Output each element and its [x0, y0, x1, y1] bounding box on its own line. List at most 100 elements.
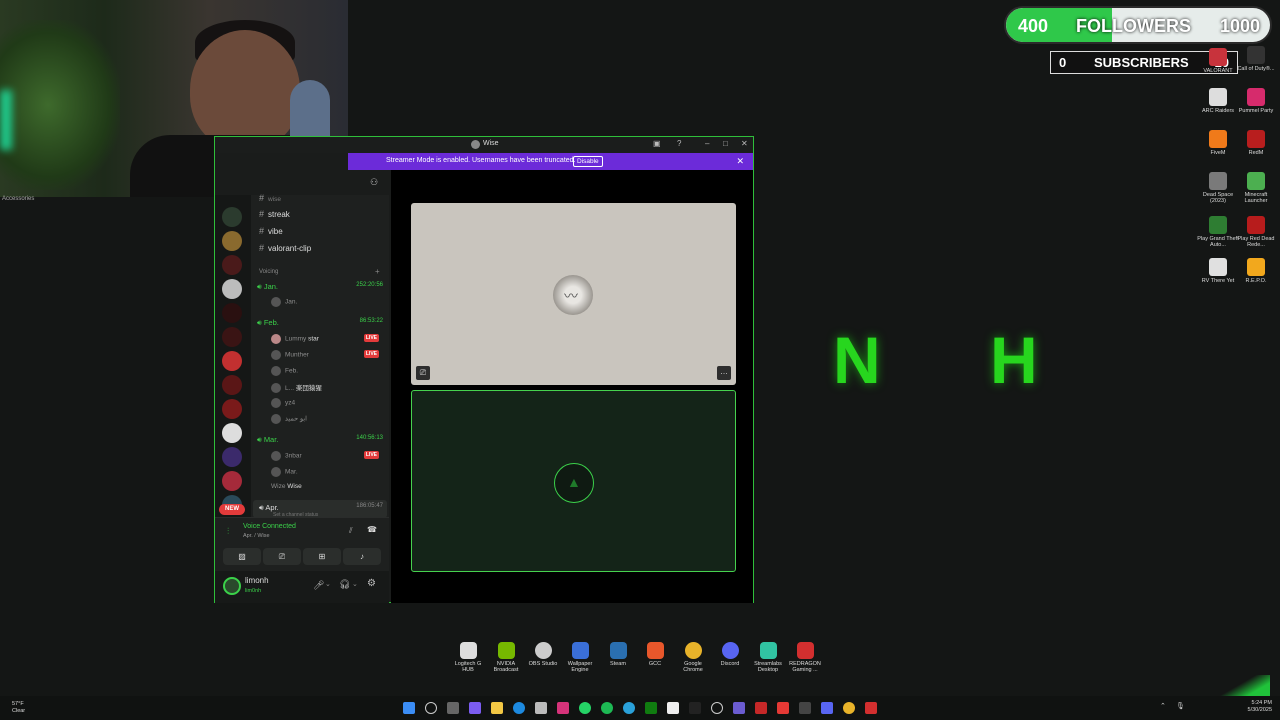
taskbar-clock[interactable]: 5:24 PM 5/30/2025	[1248, 700, 1272, 714]
server-icon-2[interactable]	[222, 231, 242, 251]
dock-logitech-ghub[interactable]: Logitech G HUB	[449, 642, 487, 674]
channel-valorant-clip[interactable]: # valorant-clip	[259, 243, 311, 253]
server-icon-8[interactable]	[222, 375, 242, 395]
settings-gear-icon[interactable]: ⚙	[367, 578, 376, 589]
dock-obs-studio[interactable]: OBS Studio	[524, 642, 562, 667]
x-app-icon[interactable]	[667, 702, 679, 714]
store-icon[interactable]	[535, 702, 547, 714]
copilot-icon[interactable]	[469, 702, 481, 714]
minimize-button[interactable]: –	[705, 139, 709, 148]
mic-chevron-down-icon[interactable]: ⌄	[325, 580, 331, 588]
microphone-icon[interactable]: 🎤︎	[313, 580, 324, 591]
inbox-icon[interactable]: ▣	[653, 139, 661, 148]
signal-icon[interactable]: ⫶	[227, 526, 229, 537]
xbox-icon[interactable]	[645, 702, 657, 714]
close-banner-icon[interactable]: ✕	[736, 156, 744, 167]
voice-user[interactable]: Mar.	[271, 467, 383, 477]
server-icon-wise[interactable]	[222, 279, 242, 299]
spotify-icon[interactable]	[601, 702, 613, 714]
voice-user[interactable]: Lummy star LIVE	[271, 334, 383, 344]
voice-channel-jan[interactable]: 🔊︎ Jan. 252:20:56	[257, 282, 385, 292]
noise-suppression-icon[interactable]: ⫽	[349, 526, 353, 536]
voice-user[interactable]: 3nbar LIVE	[271, 451, 383, 461]
headphones-chevron-down-icon[interactable]: ⌄	[352, 580, 358, 588]
soundboard-button[interactable]: ♪	[343, 548, 381, 565]
voice-user[interactable]: yz4	[271, 398, 383, 408]
voice-user[interactable]: Feb.	[271, 366, 383, 376]
help-icon[interactable]: ?	[677, 139, 681, 148]
desktop-icon-redm[interactable]: RedM	[1234, 130, 1278, 156]
screen-share-button[interactable]: ⎚	[263, 548, 301, 565]
media-player-icon[interactable]	[755, 702, 767, 714]
channel-streak[interactable]: # streak	[259, 209, 290, 219]
telegram-icon[interactable]	[623, 702, 635, 714]
dock-google-chrome[interactable]: Google Chrome	[674, 642, 712, 674]
screen-share-indicator-icon[interactable]: ⎚	[416, 366, 430, 380]
activities-button[interactable]: ⊞	[303, 548, 341, 565]
close-window-button[interactable]: ✕	[741, 139, 748, 148]
chevron-up-icon[interactable]: ⌃	[1160, 702, 1166, 710]
voice-connected-title[interactable]: Voice Connected	[243, 523, 296, 530]
voice-channel-feb[interactable]: 🔊︎ Feb. 86:53:22	[257, 318, 385, 328]
redragon-taskbar-icon[interactable]	[865, 702, 877, 714]
dock-discord[interactable]: Discord	[711, 642, 749, 667]
tiktok-icon[interactable]	[689, 702, 701, 714]
add-channel-icon[interactable]: +	[375, 267, 380, 276]
user-avatar[interactable]	[223, 577, 241, 595]
whatsapp-icon[interactable]	[579, 702, 591, 714]
voice-user[interactable]: Jan.	[271, 297, 383, 307]
server-icon-3[interactable]	[222, 255, 242, 275]
dock-streamlabs[interactable]: Streamlabs Desktop	[749, 642, 787, 674]
server-icon-6[interactable]	[222, 327, 242, 347]
discord-taskbar-icon[interactable]	[821, 702, 833, 714]
username[interactable]: limonh	[245, 576, 269, 585]
voice-channel-apr[interactable]: 🔊︎ Apr. 186:05:47 Set a channel status	[253, 500, 387, 518]
dock-nvidia-broadcast[interactable]: NVIDIA Broadcast	[487, 642, 525, 674]
server-icon-5[interactable]	[222, 303, 242, 323]
controller-icon[interactable]	[733, 702, 745, 714]
terminal-icon[interactable]	[799, 702, 811, 714]
desktop-icon-rdr[interactable]: Play Red Dead Rede...	[1234, 216, 1278, 249]
app-icon-red[interactable]	[777, 702, 789, 714]
headphones-icon[interactable]: 🎧︎	[339, 579, 350, 590]
desktop-icon-call-of-duty[interactable]: Call of Duty®...	[1234, 46, 1278, 72]
mic-tray-icon[interactable]: 🎙︎	[1176, 702, 1185, 710]
dock-redragon[interactable]: REDRAGON Gaming ...	[786, 642, 824, 674]
server-icon-12[interactable]	[222, 471, 242, 491]
file-explorer-icon[interactable]	[491, 702, 503, 714]
desktop-icon-minecraft[interactable]: Minecraft Launcher	[1234, 172, 1278, 205]
desktop-icon-repo[interactable]: R.E.P.O.	[1234, 258, 1278, 284]
channel-wise[interactable]: # wise	[259, 193, 281, 203]
new-servers-badge[interactable]: NEW	[219, 504, 245, 515]
dock-steam[interactable]: Steam	[599, 642, 637, 667]
sync-icon[interactable]	[711, 702, 723, 714]
task-view-icon[interactable]	[447, 702, 459, 714]
voice-user[interactable]: ابو حميد	[271, 414, 383, 424]
invite-people-icon[interactable]: ⚇	[370, 177, 378, 188]
voice-user[interactable]: L... 楽団猿猩	[271, 382, 383, 394]
server-icon-7[interactable]	[222, 351, 242, 371]
voice-user[interactable]: Munther LIVE	[271, 350, 383, 360]
category-voicing[interactable]: Voicing	[259, 269, 278, 275]
desktop-icon-pummel-party[interactable]: Pummel Party	[1234, 88, 1278, 114]
server-icon-11[interactable]	[222, 447, 242, 467]
server-icon-9[interactable]	[222, 399, 242, 419]
dock-wallpaper-engine[interactable]: Wallpaper Engine	[561, 642, 599, 674]
video-tile-user[interactable]: 〰 ⎚ …	[411, 203, 736, 385]
weather-widget[interactable]: 57°F Clear	[12, 701, 25, 714]
dock-gcc[interactable]: GCC	[636, 642, 674, 667]
edge-icon[interactable]	[513, 702, 525, 714]
search-icon[interactable]	[425, 702, 437, 714]
channel-vibe[interactable]: # vibe	[259, 226, 283, 236]
voice-user[interactable]: Wize Wise	[271, 483, 383, 490]
chrome-taskbar-icon[interactable]	[843, 702, 855, 714]
server-icon-10[interactable]	[222, 423, 242, 443]
video-tile-self[interactable]: ▲	[411, 390, 736, 572]
voice-channel-mar[interactable]: 🔊︎ Mar. 140:56:13	[257, 435, 385, 445]
more-options-icon[interactable]: …	[717, 366, 731, 380]
start-windows-icon[interactable]	[403, 702, 415, 714]
disconnect-icon[interactable]: ☎	[367, 525, 377, 534]
server-icon-1[interactable]	[222, 207, 242, 227]
maximize-button[interactable]: □	[723, 139, 728, 148]
camera-button[interactable]: ▨	[223, 548, 261, 565]
